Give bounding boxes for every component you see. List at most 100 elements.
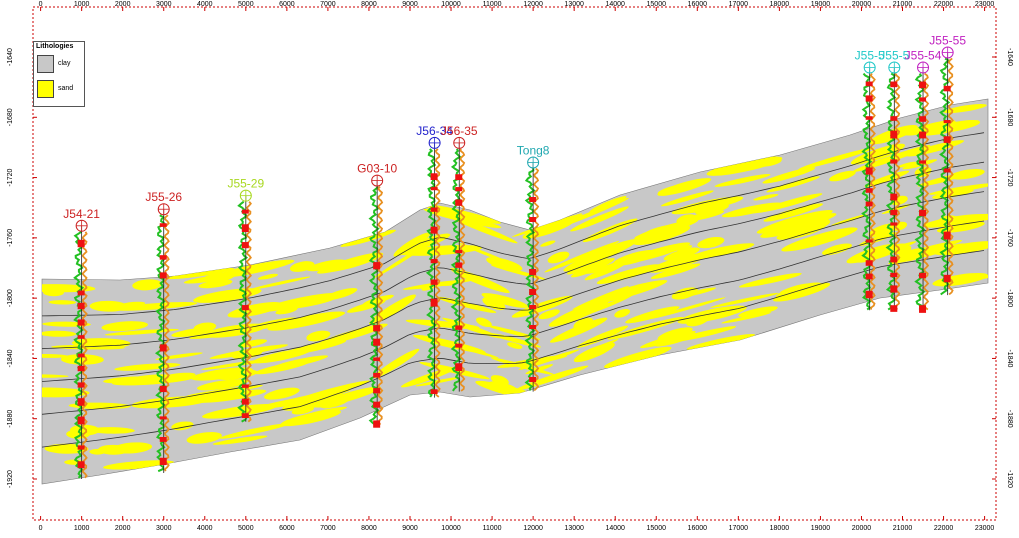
well-head-marker[interactable]: [75, 219, 88, 232]
well-facies-block: [77, 461, 85, 469]
well-facies-block: [430, 187, 438, 191]
well-facies-block: [890, 222, 898, 226]
well-facies-block: [529, 325, 537, 329]
y-tick-label-right: -1720: [1006, 169, 1013, 187]
well-head-marker[interactable]: [888, 61, 901, 74]
cross-section-view: 0 0 1000 1000 2000 2000 3000 3000 4000 4000 5000 50…: [0, 0, 1019, 533]
well-facies-block: [890, 159, 898, 164]
well-facies-block: [455, 199, 463, 206]
well-facies-block: [890, 272, 898, 278]
x-tick-label-bottom: 23000: [975, 525, 995, 532]
well-facies-block: [241, 305, 249, 311]
well-facies-block: [455, 343, 463, 348]
x-tick-label-bottom: 13000: [564, 525, 584, 532]
well-head-marker[interactable]: [863, 61, 876, 74]
well-facies-block: [529, 289, 537, 295]
well-facies-block: [529, 269, 537, 275]
x-tick-label-top: 13000: [564, 1, 584, 8]
well-facies-block: [159, 416, 167, 420]
well-facies-block: [373, 420, 381, 428]
x-tick-label-bottom: 14000: [605, 525, 625, 532]
well-facies-block: [159, 255, 167, 260]
x-tick-label-bottom: 1000: [74, 525, 90, 532]
well-facies-block: [373, 401, 381, 408]
x-tick-label-top: 19000: [811, 1, 831, 8]
well-head-marker[interactable]: [527, 156, 540, 169]
x-tick-label-bottom: 22000: [934, 525, 954, 532]
y-tick-label-right: -1920: [1006, 470, 1013, 488]
well-facies-block: [919, 160, 927, 164]
well-label[interactable]: J56-35: [441, 124, 478, 138]
well-facies-block: [455, 174, 463, 181]
well-facies-block: [77, 445, 85, 450]
x-tick-label-top: 9000: [402, 1, 418, 8]
well-head-marker[interactable]: [917, 61, 930, 74]
well-facies-block: [430, 389, 438, 394]
x-tick-label-top: 5000: [238, 1, 254, 8]
well-facies-block: [455, 250, 463, 254]
well-facies-block: [241, 413, 249, 418]
well-label[interactable]: Tong8: [517, 144, 550, 158]
well-facies-block: [865, 81, 873, 87]
well-facies-block: [529, 305, 537, 309]
y-tick-label-left: -1840: [7, 349, 14, 367]
y-tick-label-right: -1760: [1006, 229, 1013, 247]
well-facies-block: [529, 377, 537, 382]
x-tick-label-bottom: 6000: [279, 525, 295, 532]
well-facies-block: [890, 285, 898, 293]
well-head-marker[interactable]: [941, 46, 954, 59]
well-facies-block: [159, 223, 167, 227]
x-tick-label-top: 2000: [115, 1, 131, 8]
x-tick-label-top: 4000: [197, 1, 213, 8]
well-facies-block: [241, 209, 249, 214]
x-tick-label-top: 11000: [483, 1, 502, 8]
well-facies-block: [77, 353, 85, 358]
well-facies-block: [865, 260, 873, 266]
well-facies-block: [241, 224, 249, 233]
well-head-marker[interactable]: [239, 189, 252, 202]
well-facies-block: [241, 398, 249, 405]
well-facies-block: [943, 231, 951, 240]
x-tick-label-bottom: 8000: [361, 525, 377, 532]
well-label[interactable]: J54-21: [63, 207, 100, 221]
legend-item-clay: clay: [37, 55, 83, 73]
well-facies-block: [77, 319, 85, 326]
well-head-marker[interactable]: [428, 136, 441, 149]
well-facies-block: [529, 197, 537, 202]
well-facies-block: [455, 262, 463, 268]
legend-item-sand: sand: [37, 80, 83, 98]
x-tick-label-top: 18000: [770, 1, 790, 8]
x-tick-label-top: 15000: [647, 1, 667, 8]
well-facies-block: [529, 217, 537, 222]
y-tick-label-left: -1800: [7, 289, 14, 307]
well-label[interactable]: J55-54: [905, 49, 942, 63]
well-label[interactable]: G03-10: [357, 162, 397, 176]
x-tick-label-top: 1000: [74, 1, 90, 8]
x-tick-label-bottom: 17000: [729, 525, 749, 532]
well-facies-block: [77, 382, 85, 388]
well-facies-block: [890, 305, 898, 312]
well-label[interactable]: J55-55: [929, 33, 966, 47]
well-facies-block: [77, 290, 85, 296]
well-head-marker[interactable]: [371, 174, 384, 187]
x-tick-label-top: 17000: [729, 1, 749, 8]
x-tick-label-bottom: 11000: [483, 525, 502, 532]
well-facies-block: [77, 239, 85, 248]
well-facies-block: [430, 298, 438, 307]
well-facies-block: [430, 279, 438, 285]
well-facies-block: [77, 416, 85, 425]
well-label[interactable]: J55-29: [227, 177, 264, 191]
well-facies-block: [430, 207, 438, 212]
well-facies-block: [890, 256, 898, 263]
well-facies-block: [919, 272, 927, 279]
well-head-marker[interactable]: [157, 203, 170, 216]
x-tick-label-top: 14000: [605, 1, 625, 8]
well-facies-block: [159, 457, 167, 466]
well-label[interactable]: J55-26: [145, 190, 182, 204]
x-tick-label-top: 12000: [523, 1, 543, 8]
well-head-marker[interactable]: [453, 136, 466, 149]
well-facies-block: [373, 338, 381, 346]
y-tick-label-right: -1800: [1006, 289, 1013, 307]
x-tick-label-bottom: 2000: [115, 525, 131, 532]
y-tick-label-right: -1880: [1006, 410, 1013, 428]
